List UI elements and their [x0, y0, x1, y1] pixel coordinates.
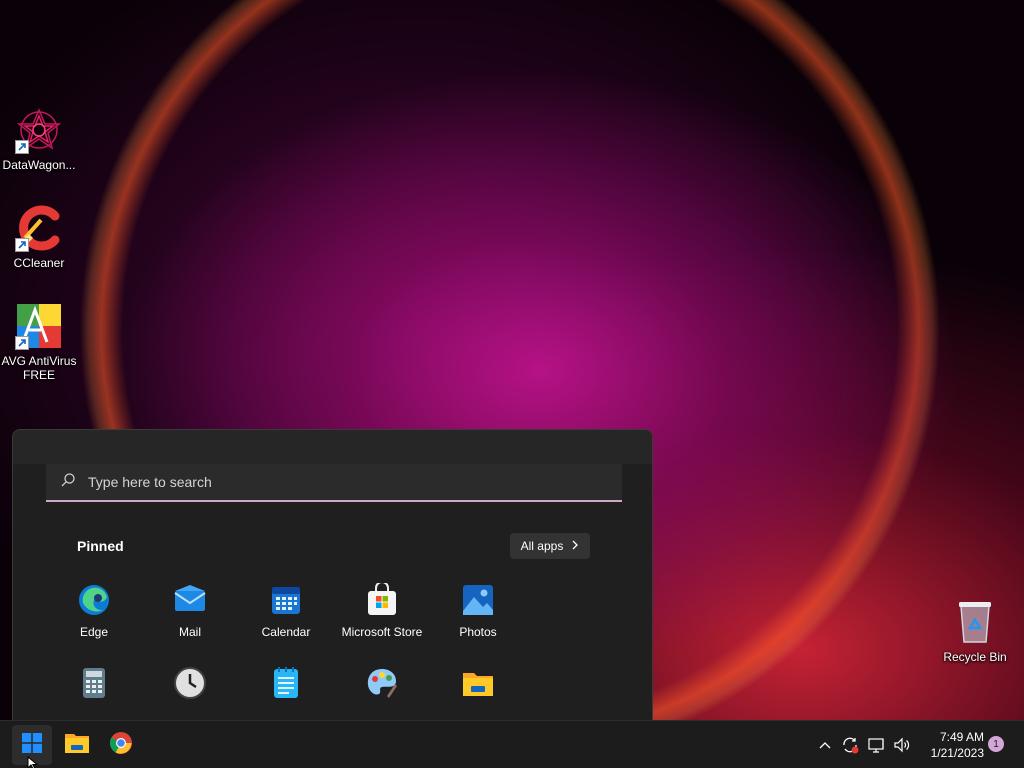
ccleaner-icon	[15, 204, 63, 252]
desktop-icon-datawagon[interactable]: DataWagon...	[0, 106, 78, 172]
pinned-app-photos[interactable]: Photos	[430, 583, 526, 639]
pinned-app-microsoft-store[interactable]: Microsoft Store	[334, 581, 430, 639]
pinned-app-clock[interactable]	[142, 666, 238, 700]
file-explorer-icon	[64, 732, 90, 759]
pinned-app-calendar[interactable]: Calendar	[238, 583, 334, 639]
avg-antivirus-icon	[15, 302, 63, 350]
paint-icon	[365, 666, 399, 700]
edge-icon	[77, 583, 111, 617]
pinned-app-calculator[interactable]	[46, 666, 142, 700]
taskbar-chrome-button[interactable]	[101, 725, 141, 765]
mouse-cursor-icon	[27, 755, 39, 768]
microsoft-store-icon	[365, 581, 399, 617]
network-icon[interactable]	[864, 737, 890, 753]
search-input[interactable]: Type here to search	[46, 464, 622, 502]
chevron-right-icon	[571, 539, 579, 553]
start-menu-header-strip	[13, 430, 652, 464]
taskbar: 7:49 AM 1/21/2023	[0, 720, 1024, 768]
calendar-icon	[269, 583, 303, 617]
pinned-app-label: Photos	[459, 625, 497, 639]
file-explorer-icon	[461, 666, 495, 700]
desktop-icon-label: AVG AntiVirus FREE	[1, 354, 77, 382]
start-menu: Type here to search Pinned All apps Edge…	[12, 429, 653, 720]
taskbar-file-explorer-button[interactable]	[57, 725, 97, 765]
pinned-title: Pinned	[77, 538, 124, 554]
shortcut-arrow-icon	[15, 336, 29, 350]
pinned-app-label: Edge	[79, 625, 109, 639]
shortcut-arrow-icon	[15, 140, 29, 154]
search-placeholder: Type here to search	[88, 474, 212, 490]
pinned-app-label: Calendar	[261, 625, 311, 639]
desktop-icon-label: Recycle Bin	[943, 650, 1007, 664]
pinned-app-mail[interactable]: Mail	[142, 583, 238, 639]
datawagon-icon	[15, 106, 63, 154]
all-apps-label: All apps	[520, 539, 564, 553]
calculator-icon	[77, 666, 111, 700]
pinned-app-notepad[interactable]	[238, 666, 334, 700]
clock-date: 1/21/2023	[930, 746, 984, 760]
desktop-icon-recycle-bin[interactable]: Recycle Bin	[936, 598, 1014, 664]
search-icon	[60, 472, 76, 493]
mail-icon	[173, 583, 207, 617]
notepad-icon	[269, 666, 303, 700]
pinned-app-edge[interactable]: Edge	[46, 583, 142, 639]
recycle-bin-icon	[951, 598, 999, 646]
pinned-app-paint[interactable]	[334, 666, 430, 700]
desktop-icon-ccleaner[interactable]: CCleaner	[0, 204, 78, 270]
volume-icon[interactable]	[890, 737, 914, 753]
shortcut-arrow-icon	[15, 238, 29, 252]
all-apps-button[interactable]: All apps	[510, 533, 590, 559]
photos-icon	[461, 583, 495, 617]
windows-start-icon	[22, 732, 42, 758]
pinned-app-label: Microsoft Store	[341, 625, 423, 639]
desktop-icon-avg-antivirus[interactable]: AVG AntiVirus FREE	[0, 302, 78, 382]
chrome-icon	[109, 731, 133, 760]
desktop-icon-label: DataWagon...	[2, 158, 76, 172]
desktop-icon-label: CCleaner	[13, 256, 65, 270]
clock-time: 7:49 AM	[939, 730, 984, 744]
notification-badge[interactable]: 1	[988, 736, 1004, 752]
pinned-app-label: Mail	[178, 625, 201, 639]
clock-area[interactable]: 7:49 AM 1/21/2023	[918, 729, 984, 761]
chevron-up-icon[interactable]	[814, 741, 836, 749]
clock-icon	[173, 666, 207, 700]
sync-error-icon[interactable]	[836, 736, 864, 754]
pinned-app-file-explorer[interactable]	[430, 666, 526, 700]
